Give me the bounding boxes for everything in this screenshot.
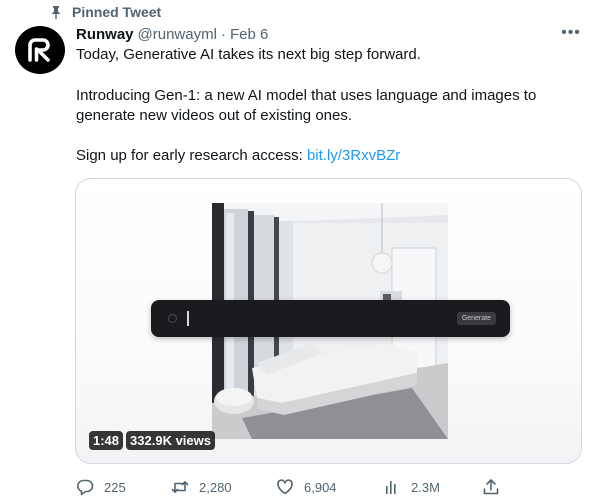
generate-button: Generate xyxy=(456,312,496,325)
pin-icon xyxy=(51,6,61,19)
share-icon xyxy=(483,479,499,495)
text-cursor xyxy=(187,311,189,326)
retweet-icon xyxy=(171,481,189,493)
prompt-bar: Generate xyxy=(151,300,510,337)
signup-link[interactable]: bit.ly/3RxvBZr xyxy=(307,147,400,164)
video-badges: 1:48 332.9K views xyxy=(89,431,215,450)
pinned-label: Pinned Tweet xyxy=(72,4,162,20)
pinned-indicator: Pinned Tweet xyxy=(50,4,161,20)
author-name[interactable]: Runway xyxy=(76,26,134,43)
like-count: 6,904 xyxy=(304,479,337,495)
heart-icon xyxy=(277,479,293,495)
separator-dot: · xyxy=(220,25,226,43)
avatar[interactable] xyxy=(15,26,65,74)
tweet-paragraph-2: Introducing Gen-1: a new AI model that u… xyxy=(76,87,537,124)
reply-icon xyxy=(77,479,94,496)
video-media-card[interactable]: Generate 1:48 332.9K views xyxy=(75,178,582,464)
share-button[interactable] xyxy=(482,477,500,497)
loading-icon xyxy=(168,314,177,323)
tweet-date[interactable]: Feb 6 xyxy=(230,26,268,43)
tweet-line-1: Today, Generative AI takes its next big … xyxy=(76,46,421,63)
more-options-button[interactable]: ••• xyxy=(561,24,581,41)
more-icon: ••• xyxy=(561,24,581,41)
signup-text: Sign up for early research access: xyxy=(76,147,307,164)
views-count: 2.3M xyxy=(411,479,440,495)
duration-badge: 1:48 xyxy=(89,431,124,450)
tweet-signup-line: Sign up for early research access: bit.l… xyxy=(76,146,576,166)
tweet-header: Runway @runwayml · Feb 6 xyxy=(76,24,268,44)
runway-logo-icon xyxy=(28,38,50,62)
author-handle[interactable]: @runwayml xyxy=(138,26,217,43)
retweet-count: 2,280 xyxy=(199,479,232,495)
views-button[interactable]: 2.3M xyxy=(383,477,440,497)
tweet-actions: 225 2,280 6,904 2.3M xyxy=(76,477,506,497)
retweet-button[interactable]: 2,280 xyxy=(171,477,232,497)
analytics-icon xyxy=(386,481,396,494)
like-button[interactable]: 6,904 xyxy=(276,477,337,497)
reply-count: 225 xyxy=(104,479,126,495)
reply-button[interactable]: 225 xyxy=(76,477,126,497)
views-badge: 332.9K views xyxy=(126,431,215,450)
